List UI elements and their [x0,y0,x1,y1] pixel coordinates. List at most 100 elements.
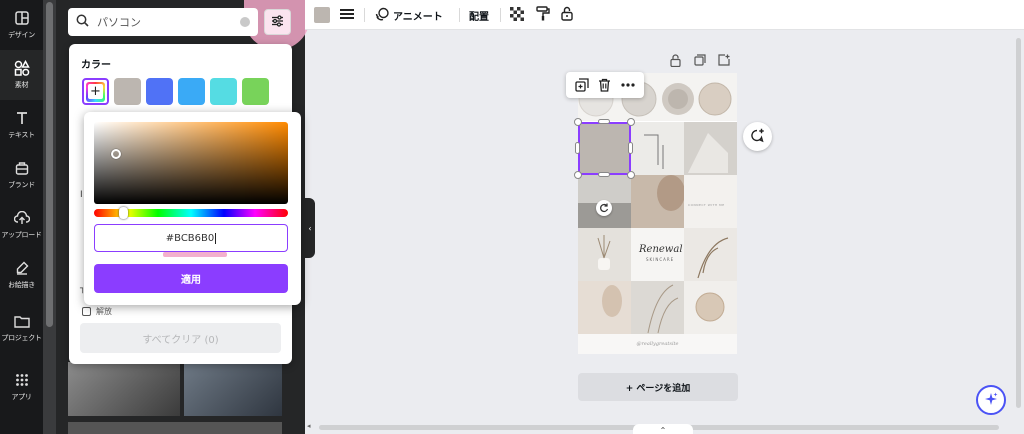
hidden-section-label: I [80,190,83,200]
color-swatches: + [82,78,269,105]
tile-script-title: Renewal [639,244,683,255]
scroll-thumb[interactable] [1016,38,1021,408]
add-comment-button[interactable] [743,122,772,151]
rail-label: プロジェクト [1,334,42,342]
rail-label: 素材 [14,81,29,89]
folder-icon [13,313,30,329]
brand-icon [14,160,30,176]
fill-color-button[interactable] [314,6,330,24]
search-input[interactable] [97,15,237,29]
search-icon [76,14,89,30]
rail-item-design[interactable]: デザイン [0,0,43,50]
partial-option[interactable]: 解放 [82,306,112,317]
lock-icon [561,6,573,24]
resize-handle[interactable] [574,171,582,179]
rail-item-brand[interactable]: ブランド [0,150,43,200]
rail-label: アップロード [1,231,42,239]
chevron-up-icon: ⌃ [659,425,667,434]
magic-assistant-button[interactable] [976,385,1006,415]
border-style-icon [340,8,354,23]
paint-roller-icon [536,6,550,24]
animate-button[interactable]: アニメート [375,6,443,24]
selection-box[interactable] [578,122,631,175]
scroll-left-icon[interactable]: ◂ [307,422,311,430]
duplicate-page-icon[interactable] [694,54,706,66]
partial-option-label: 解放 [96,307,112,316]
photo-thumbnail[interactable] [68,362,180,416]
rail-label: デザイン [8,31,35,39]
rail-item-elements[interactable]: 素材 [0,50,43,100]
color-swatch[interactable] [114,78,141,105]
resize-handle[interactable] [627,118,635,126]
layout-icon [14,10,30,26]
clear-all-button[interactable]: すべてクリア (0) [80,323,281,353]
resize-handle[interactable] [628,142,633,154]
rotate-icon[interactable] [596,200,612,216]
lock-icon[interactable] [670,54,682,68]
photo-thumbnail[interactable] [68,422,282,434]
color-swatch[interactable] [242,78,269,105]
hex-highlight-mark [163,252,227,257]
tile-small-text: CONNECT WITH ME [688,203,725,207]
apply-button[interactable]: 適用 [94,264,288,293]
rail-item-upload[interactable]: アップロード [0,200,43,250]
rail-label: お絵描き [8,281,35,289]
resize-handle[interactable] [575,142,580,154]
color-swatch[interactable] [210,78,237,105]
more-icon[interactable] [620,77,636,93]
upload-icon [13,210,30,226]
photo-thumbnail[interactable] [184,362,282,416]
border-style-button[interactable] [340,6,354,24]
comment-plus-icon [750,128,765,146]
rail-item-draw[interactable]: お絵描き [0,250,43,300]
panel-scrollbar[interactable] [43,0,56,434]
resize-handle[interactable] [627,171,635,179]
color-swatch[interactable] [178,78,205,105]
position-button[interactable]: 配置 [469,6,489,24]
apps-icon [14,372,30,388]
lock-button[interactable] [561,6,573,24]
page-controls [670,54,730,68]
color-swatch[interactable] [146,78,173,105]
saturation-knob[interactable] [111,149,121,159]
add-page-button[interactable]: + ページを追加 [578,373,738,401]
text-icon [14,110,30,126]
panel-collapse-handle[interactable]: ‹ [305,198,315,258]
rainbow-plus-icon: + [86,81,105,102]
resize-handle[interactable] [598,119,610,124]
left-rail: デザイン 素材 テキスト ブランド アップロード お絵描き プロジェクト アプリ [0,0,43,434]
photo-results [68,362,282,434]
search-bar[interactable] [68,8,258,36]
hue-knob[interactable] [119,207,128,219]
pages-drawer-toggle[interactable]: ⌃ [633,424,693,434]
transparency-button[interactable] [510,6,524,24]
checkerboard-icon [510,6,524,24]
rail-item-projects[interactable]: プロジェクト [0,303,43,353]
clear-search-icon[interactable] [240,17,250,27]
sparkle-icon [984,392,998,409]
color-section-title: カラー [81,60,111,71]
toolbar-divider [364,8,365,22]
hue-slider[interactable] [94,207,288,219]
resize-handle[interactable] [574,118,582,126]
page-footer-text: @reallygreatsite [636,341,679,347]
rail-item-text[interactable]: テキスト [0,100,43,150]
toolbar-divider [500,8,501,22]
hex-input[interactable]: #BCB6B0 [94,224,288,252]
rail-label: ブランド [8,181,35,189]
trash-icon[interactable] [597,77,613,93]
add-page-icon[interactable] [718,54,730,66]
scroll-thumb[interactable] [46,2,53,327]
canvas-vertical-scrollbar[interactable] [1014,30,1024,420]
saturation-area[interactable] [94,122,288,204]
resize-handle[interactable] [598,172,610,177]
tile-script-sub: SKINCARE [646,257,675,262]
rail-item-apps[interactable]: アプリ [0,362,43,412]
fill-color-swatch [314,7,330,23]
animate-label: アニメート [393,11,443,23]
add-color-swatch[interactable]: + [82,78,109,105]
hex-value: #BCB6B0 [165,232,215,244]
duplicate-icon[interactable] [574,77,590,93]
copy-style-button[interactable] [536,6,550,24]
filter-button[interactable] [264,9,291,35]
